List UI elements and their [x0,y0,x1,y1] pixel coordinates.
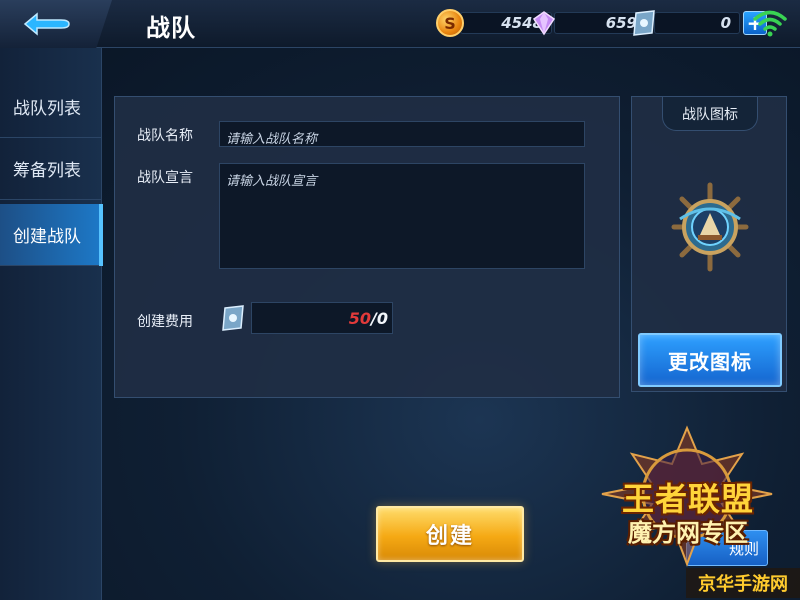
team-name-label: 战队名称 [137,128,193,144]
sidebar-item-team-list[interactable]: 战队列表 [0,76,102,138]
gold-coin-symbol: S [444,13,456,33]
cost-owned: /0 [371,308,388,328]
change-icon-button[interactable]: 更改图标 [638,333,782,387]
create-team-form: 战队名称 请输入战队名称 战队宣言 请输入战队宣言 创建费用 50/0 [114,96,620,398]
team-declaration-label: 战队宣言 [137,170,193,186]
watermark-site-badge: 京华手游网 [686,568,800,598]
top-bar: 战队 S 4548 659 0 + [0,0,800,48]
diamond-icon [532,11,556,36]
team-name-input[interactable]: 请输入战队名称 [219,121,585,147]
ticket-icon [633,10,655,36]
cost-required: 50 [348,308,372,328]
back-arrow-icon [23,12,70,36]
team-icon-panel: 战队图标 更改图标 [631,96,787,392]
wifi-icon [753,10,787,37]
team-icon-title: 战队图标 [662,97,758,131]
create-button[interactable]: 创建 [376,506,524,562]
sidebar-item-preparing-list[interactable]: 筹备列表 [0,138,102,200]
creation-cost-label: 创建费用 [137,314,193,330]
sidebar-item-create-team[interactable]: 创建战队 [0,204,103,266]
back-button[interactable] [0,0,112,48]
team-declaration-input[interactable]: 请输入战队宣言 [219,163,585,269]
creation-cost-value: 50/0 [251,302,393,334]
ticket-amount: 0 [654,12,740,34]
ticket-currency: 0 + [630,9,767,37]
ticket-icon [222,305,244,331]
creation-cost-row: 50/0 [219,302,393,334]
sidebar: 战队列表 筹备列表 创建战队 [0,48,103,600]
diamond-currency: 659 [530,9,646,37]
gold-coin-icon: S [436,9,464,37]
page-title: 战队 [146,14,196,42]
team-emblem-icon [671,182,749,272]
watermark-subtitle: 魔方网专区 [628,519,748,547]
